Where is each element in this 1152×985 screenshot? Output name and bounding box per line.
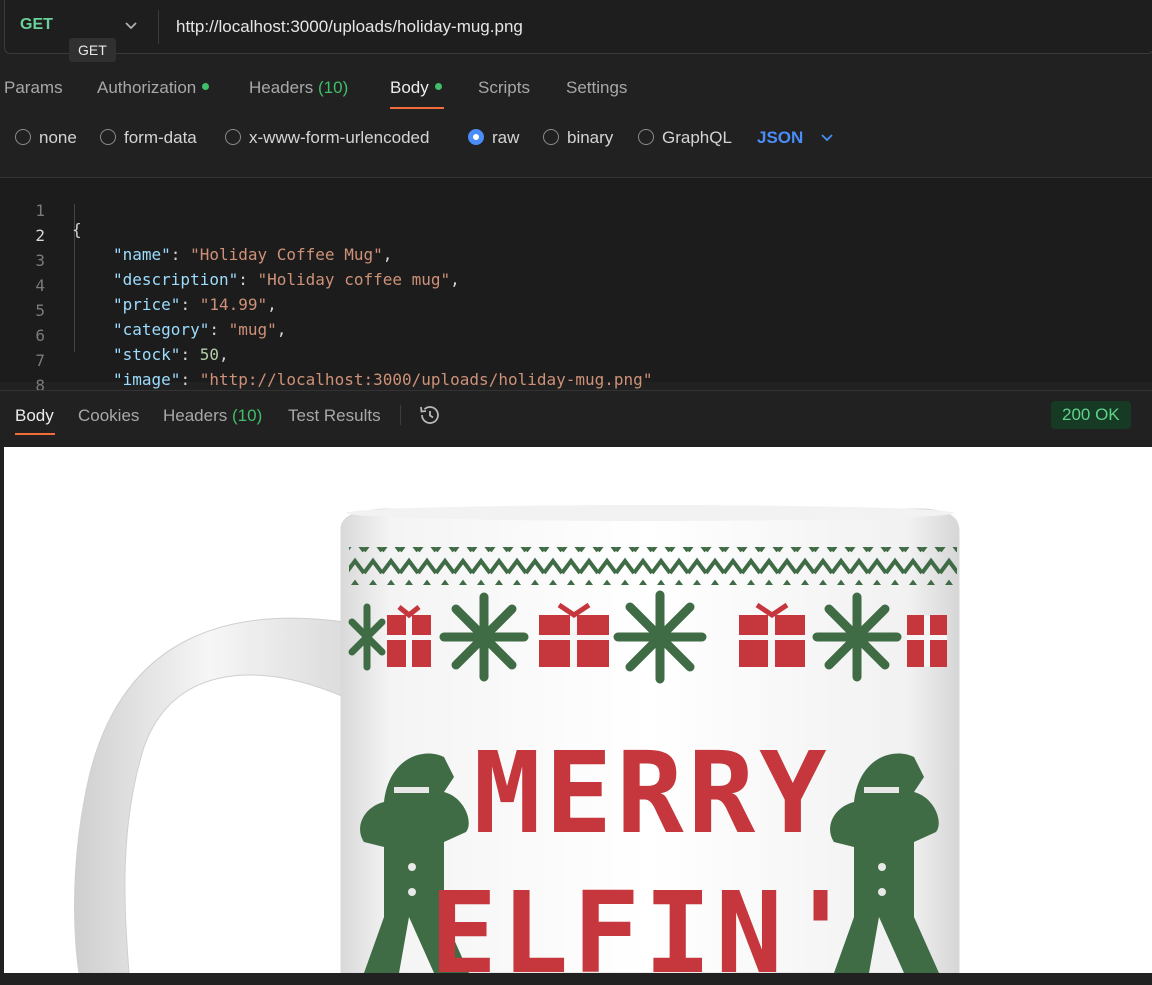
tab-label: Settings <box>566 78 628 97</box>
tab-count: (10) <box>232 406 263 425</box>
tab-response-body[interactable]: Body <box>15 406 54 426</box>
snowflake-icon <box>613 590 707 684</box>
tab-label: Scripts <box>478 78 530 97</box>
tab-divider <box>400 405 401 425</box>
request-tabs: Params Authorization Headers (10) Body S… <box>0 64 1152 110</box>
tab-label: Authorization <box>97 78 197 97</box>
tab-headers[interactable]: Headers (10) <box>249 78 348 98</box>
image-preview: MERRY ELFIN' <box>4 447 1152 973</box>
radio-label: form-data <box>124 128 197 147</box>
radio-binary[interactable]: binary <box>543 128 613 148</box>
tab-label: Cookies <box>78 406 140 425</box>
tab-body[interactable]: Body <box>390 78 442 98</box>
radio-form-data[interactable]: form-data <box>100 128 197 148</box>
tab-authorization[interactable]: Authorization <box>97 78 210 98</box>
method-select[interactable]: GET <box>20 16 53 34</box>
code-line: 7 "image": "http://localhost:3000/upload… <box>0 332 1152 389</box>
code-line: 3 "description": "Holiday coffee mug", <box>0 232 1152 289</box>
radio-raw[interactable]: raw <box>468 128 519 148</box>
snowflake-icon <box>439 592 529 682</box>
url-input[interactable]: http://localhost:3000/uploads/holiday-mu… <box>176 17 523 37</box>
tab-label: Body <box>15 406 54 425</box>
code-line: 8 } <box>0 357 1152 414</box>
tab-count: (10) <box>318 78 349 97</box>
response-tabs: Body Cookies Headers (10) Test Results 2… <box>0 390 1152 440</box>
tab-label: Params <box>4 78 63 97</box>
radio-icon <box>100 129 116 145</box>
radio-label: none <box>39 128 77 147</box>
radio-icon <box>468 129 484 145</box>
url-bar: GET http://localhost:3000/uploads/holida… <box>4 0 1152 54</box>
code-line: 2 "name": "Holiday Coffee Mug", <box>0 207 1152 264</box>
radio-label: binary <box>567 128 614 147</box>
radio-icon <box>638 129 654 145</box>
tab-cookies[interactable]: Cookies <box>78 406 139 426</box>
radio-label: GraphQL <box>662 128 732 147</box>
radio-icon <box>543 129 559 145</box>
radio-graphql[interactable]: GraphQL <box>638 128 732 148</box>
tab-scripts[interactable]: Scripts <box>478 78 530 98</box>
tab-response-headers[interactable]: Headers (10) <box>163 406 262 426</box>
radio-urlencoded[interactable]: x-www-form-urlencoded <box>225 128 429 148</box>
radio-icon <box>225 129 241 145</box>
radio-icon <box>15 129 31 145</box>
present-icon <box>387 605 431 667</box>
tab-settings[interactable]: Settings <box>566 78 627 98</box>
code-editor[interactable]: 1 { 2 "name": "Holiday Coffee Mug", 3 "d… <box>0 177 1152 414</box>
modified-dot <box>434 83 442 90</box>
tab-label: Body <box>390 78 429 97</box>
tab-label: Headers <box>249 78 314 97</box>
code-line: 6 "stock": 50, <box>0 307 1152 364</box>
code-line: 1 { <box>0 182 1152 239</box>
status-badge: 200 OK <box>1051 401 1131 429</box>
tab-params[interactable]: Params <box>4 78 63 98</box>
modified-dot <box>202 83 210 90</box>
mug-text-elfin: ELFIN' <box>430 869 859 973</box>
code-line: 4 "price": "14.99", <box>0 257 1152 314</box>
present-icon <box>907 615 947 667</box>
tab-label: Test Results <box>288 406 381 425</box>
mug-image: MERRY ELFIN' <box>74 505 960 973</box>
history-icon[interactable] <box>417 402 443 428</box>
radio-none[interactable]: none <box>15 128 77 148</box>
active-tab-indicator <box>15 433 55 435</box>
tab-test-results[interactable]: Test Results <box>288 406 381 426</box>
radio-label: raw <box>492 128 520 147</box>
snowflake-icon <box>812 592 902 682</box>
chevron-down-icon[interactable] <box>818 128 836 146</box>
active-tab-indicator <box>390 107 444 109</box>
radio-label: x-www-form-urlencoded <box>249 128 430 147</box>
body-mode-radios: none form-data x-www-form-urlencoded raw… <box>0 118 1152 158</box>
method-tooltip: GET <box>69 38 116 62</box>
chevron-down-icon[interactable] <box>121 15 141 35</box>
url-divider <box>158 10 159 44</box>
code-line: 5 "category": "mug", <box>0 282 1152 339</box>
tab-label: Headers <box>163 406 228 425</box>
format-select[interactable]: JSON <box>757 128 803 148</box>
mug-text-merry: MERRY <box>473 729 830 859</box>
